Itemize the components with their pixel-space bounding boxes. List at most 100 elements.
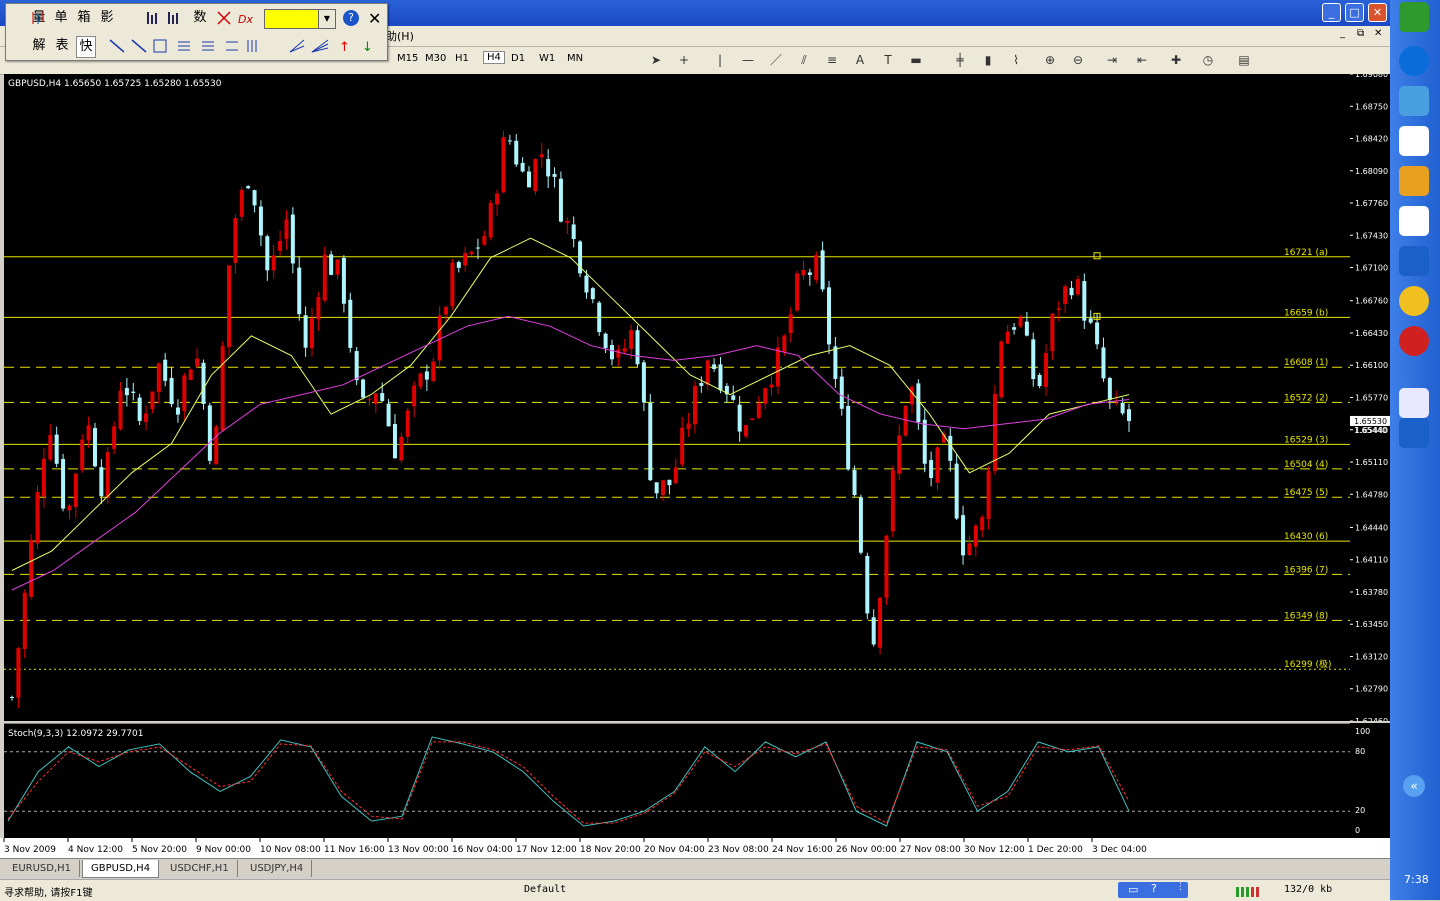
status-tray[interactable]: ▭ ? ⋮: [1118, 882, 1188, 898]
candle-body: [233, 218, 238, 264]
symbol-tab[interactable]: EURUSD,H1: [4, 860, 81, 877]
keyboard-icon[interactable]: ▭: [1128, 883, 1138, 896]
stoch-main-line: [7, 736, 1130, 827]
chevron-down-icon[interactable]: ▼: [318, 9, 336, 29]
timeframe-mn[interactable]: MN: [567, 53, 583, 64]
app-icon-6[interactable]: [1399, 326, 1429, 356]
candle-body: [392, 424, 397, 459]
indicators-icon[interactable]: ✚: [1168, 52, 1184, 68]
main-chart[interactable]: 16721 (a) 16659 (b) 16608 (1) 16572 (2) 1652…: [4, 74, 1350, 721]
timeframe-d1[interactable]: D1: [511, 53, 525, 64]
mdi-close-icon[interactable]: ✕: [1374, 28, 1382, 39]
app-icon-4[interactable]: [1399, 206, 1429, 236]
timeframe-m15[interactable]: M15: [397, 53, 418, 64]
level-anchor-a[interactable]: [1093, 252, 1101, 260]
zoom-in-icon[interactable]: ⊕: [1042, 52, 1058, 68]
chart-bars-icon[interactable]: [30, 10, 46, 26]
symbol-tab[interactable]: USDCHF,H1: [162, 860, 238, 877]
vertical-line-icon[interactable]: |: [712, 52, 728, 68]
fibonacci-icon[interactable]: ≡: [824, 52, 840, 68]
candle-body: [737, 404, 742, 432]
app-icon-2[interactable]: [1399, 126, 1429, 156]
price-tick-label: 1.68750: [1355, 102, 1388, 111]
float-item-6[interactable]: 解: [30, 36, 48, 56]
candle-body: [1012, 327, 1017, 330]
start-icon[interactable]: [1399, 2, 1429, 32]
indicator-icons[interactable]: Dx: [216, 10, 258, 26]
candle-body: [227, 265, 232, 348]
menu-icon[interactable]: ⋮: [1176, 882, 1185, 892]
candle-body: [463, 253, 468, 266]
price-chart-svg[interactable]: 16721 (a) 16659 (b) 16608 (1) 16572 (2) 1652…: [4, 74, 1350, 721]
channel-icon[interactable]: ⫽: [796, 52, 812, 68]
app-icon-5[interactable]: [1399, 246, 1429, 276]
level-label: 16504 (4): [1284, 460, 1328, 470]
level-label: 16608 (1): [1284, 358, 1328, 368]
menu-help[interactable]: 助(H): [386, 28, 414, 44]
float-item-4[interactable]: 影: [98, 8, 116, 28]
mdi-restore-icon[interactable]: ⧉: [1357, 28, 1364, 39]
symbol-tab[interactable]: GBPUSD,H4: [82, 860, 160, 878]
line-chart-icon[interactable]: ⌇: [1008, 52, 1024, 68]
candle-body: [354, 351, 359, 381]
float-item-2[interactable]: 单: [52, 8, 70, 28]
candle-body: [137, 397, 142, 421]
stochastic-svg[interactable]: [4, 724, 1350, 839]
candle-body: [418, 373, 423, 387]
chart-shift-icon[interactable]: ⇤: [1134, 52, 1150, 68]
symbol-tab[interactable]: USDJPY,H4: [242, 860, 313, 877]
cursor-icon[interactable]: ➤: [648, 52, 664, 68]
templates-icon[interactable]: ▤: [1236, 52, 1252, 68]
qq-icon[interactable]: [1399, 286, 1429, 316]
candle-chart-icon[interactable]: ▮: [980, 52, 996, 68]
periods-icon[interactable]: ◷: [1200, 52, 1216, 68]
float-item-7[interactable]: 表: [53, 36, 71, 56]
candle-body: [118, 390, 123, 429]
help-icon[interactable]: ?: [1151, 882, 1157, 895]
help-icon[interactable]: ?: [343, 10, 359, 26]
timeframe-h4[interactable]: H4: [483, 51, 505, 64]
timeframe-m30[interactable]: M30: [425, 53, 446, 64]
candle-body: [769, 384, 774, 388]
zoom-out-icon[interactable]: ⊖: [1070, 52, 1086, 68]
arrow-icon[interactable]: ▬: [908, 52, 924, 68]
drawing-tools[interactable]: ↑ ↓: [106, 36, 376, 56]
tray-expand-icon[interactable]: «: [1403, 775, 1425, 797]
float-item-5[interactable]: 数: [191, 8, 209, 28]
candle-body: [469, 251, 474, 255]
candle-body: [335, 259, 340, 275]
autoscroll-icon[interactable]: ⇥: [1104, 52, 1120, 68]
candle-body: [839, 376, 844, 409]
app-icon-1[interactable]: [1399, 86, 1429, 116]
candle-body: [271, 255, 276, 271]
bar-chart-icon[interactable]: ╪: [952, 52, 968, 68]
app-icon-8[interactable]: [1399, 418, 1429, 448]
mdi-minimize-icon[interactable]: _: [1340, 28, 1345, 39]
maximize-button[interactable]: □: [1345, 3, 1364, 22]
clock: 7:38: [1404, 873, 1429, 886]
timeframe-w1[interactable]: W1: [539, 53, 555, 64]
text-icon[interactable]: A: [852, 52, 868, 68]
candle-body: [565, 220, 570, 223]
candle-body: [316, 297, 321, 320]
float-item-8[interactable]: 快: [76, 36, 96, 58]
close-button[interactable]: ✕: [1368, 3, 1387, 22]
app-icon-7[interactable]: [1399, 388, 1429, 418]
status-bar: 寻求帮助, 请按F1键 Default ▭ ? ⋮ 132/0 kb: [0, 879, 1390, 901]
histogram-icon[interactable]: [146, 10, 186, 26]
trendline-icon[interactable]: ／: [768, 52, 784, 68]
stochastic-panel[interactable]: Stoch(9,3,3) 12.0972 29.7701: [4, 723, 1350, 839]
time-label: 3 Dec 04:00: [1092, 845, 1147, 855]
candle-body: [1044, 353, 1049, 387]
browser-icon[interactable]: [1399, 46, 1429, 76]
app-icon-3[interactable]: [1399, 166, 1429, 196]
crosshair-icon[interactable]: +: [676, 52, 692, 68]
label-icon[interactable]: T: [880, 52, 896, 68]
timeframe-h1[interactable]: H1: [455, 53, 469, 64]
horizontal-line-icon[interactable]: —: [740, 52, 756, 68]
candle-body: [86, 425, 91, 441]
tray-icons[interactable]: [1404, 800, 1424, 864]
minimize-button[interactable]: _: [1322, 3, 1341, 22]
float-item-3[interactable]: 箱: [75, 8, 93, 28]
close-icon[interactable]: ✕: [368, 9, 381, 28]
